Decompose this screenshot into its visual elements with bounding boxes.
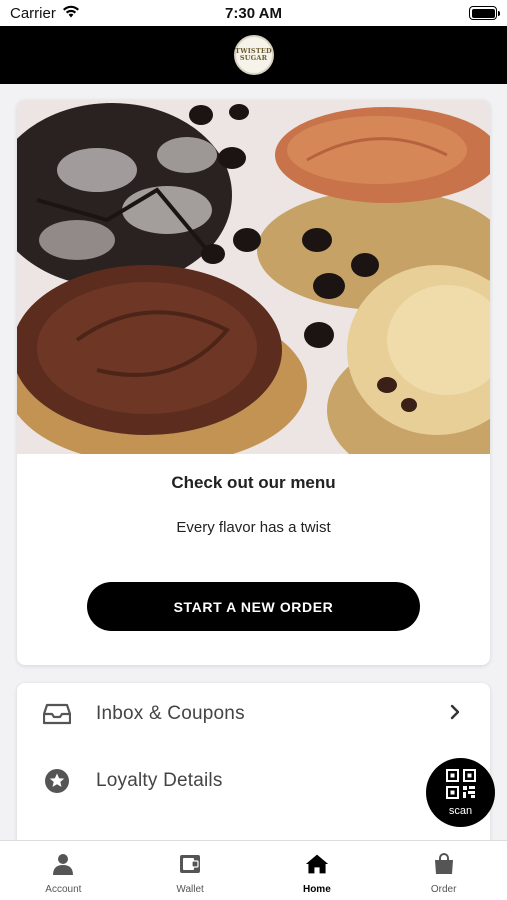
tab-label: Wallet: [176, 884, 204, 895]
tab-home[interactable]: Home: [254, 841, 381, 900]
start-new-order-button[interactable]: START A NEW ORDER: [87, 582, 420, 631]
tab-wallet[interactable]: Wallet: [127, 841, 254, 900]
menu-card-subtitle: Every flavor has a twist: [176, 519, 331, 536]
person-icon: [51, 852, 75, 876]
wifi-icon: [62, 5, 80, 22]
star-badge-icon: [43, 767, 71, 795]
tab-account[interactable]: Account: [0, 841, 127, 900]
status-bar: Carrier 7:30 AM: [0, 0, 507, 26]
wallet-icon: [178, 852, 202, 876]
app-header: TWISTED SUGAR: [0, 26, 507, 84]
list-item-label: Inbox & Coupons: [96, 703, 245, 724]
cookies-hero-image: [17, 100, 490, 454]
carrier-group: Carrier: [10, 5, 80, 22]
qr-code-icon: [445, 768, 476, 804]
list-item-loyalty-details[interactable]: Loyalty Details: [17, 750, 490, 812]
brand-logo[interactable]: TWISTED SUGAR: [233, 35, 274, 75]
battery-icon: [469, 6, 500, 20]
menu-card-title: Check out our menu: [171, 473, 336, 492]
list-item-inbox-coupons[interactable]: Inbox & Coupons: [17, 683, 490, 745]
carrier-label: Carrier: [10, 4, 56, 22]
tab-label: Account: [45, 884, 82, 895]
bottom-tab-bar: Account Wallet Home Order: [0, 840, 507, 900]
logo-text-line2: SUGAR: [239, 54, 268, 62]
chevron-right-icon: [450, 703, 460, 726]
scan-button[interactable]: scan: [426, 758, 495, 827]
menu-promo-card: Check out our menu Every flavor has a tw…: [17, 100, 490, 665]
tab-label: Order: [430, 884, 457, 895]
tab-order[interactable]: Order: [380, 841, 507, 900]
tab-label: Home: [302, 884, 331, 895]
home-icon: [305, 852, 329, 876]
shopping-bag-icon: [432, 852, 456, 876]
account-links-list: Inbox & Coupons Loyalty Details: [17, 683, 490, 843]
scan-label: scan: [448, 804, 473, 817]
list-item-label: Loyalty Details: [96, 770, 223, 791]
inbox-icon: [43, 700, 71, 728]
